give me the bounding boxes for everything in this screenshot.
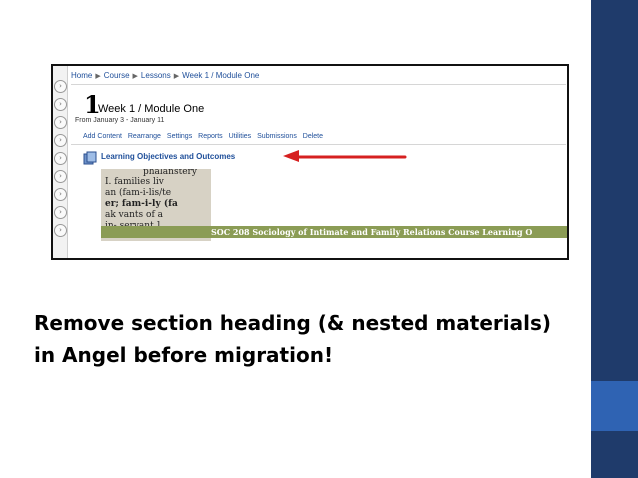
add-content-link[interactable]: Add Content (83, 133, 122, 140)
rail-button-icon[interactable]: › (54, 224, 67, 237)
settings-link[interactable]: Settings (167, 133, 192, 140)
rail-button-icon[interactable]: › (54, 98, 67, 111)
breadcrumb-lessons[interactable]: Lessons (141, 71, 171, 80)
image-text-line: an (fam-i-lis/te (105, 188, 172, 198)
caption-line-2: in Angel before migration! (34, 343, 334, 367)
section-heading-link[interactable]: Learning Objectives and Outcomes (101, 152, 235, 161)
breadcrumb: Home ▶ Course ▶ Lessons ▶ Week 1 / Module One (71, 71, 259, 80)
red-arrow-icon (283, 150, 407, 162)
breadcrumb-separator-icon: ▶ (132, 73, 138, 80)
rail-button-icon[interactable]: › (54, 152, 67, 165)
rail-button-icon[interactable]: › (54, 188, 67, 201)
image-text-line: phalanstery (143, 169, 197, 177)
rail-button-icon[interactable]: › (54, 206, 67, 219)
image-text-line: I. families liv (105, 177, 164, 187)
divider (71, 144, 566, 145)
rail-button-icon[interactable]: › (54, 116, 67, 129)
utilities-link[interactable]: Utilities (229, 133, 252, 140)
breadcrumb-separator-icon: ▶ (95, 73, 101, 80)
rail-button-icon[interactable]: › (54, 170, 67, 183)
submissions-link[interactable]: Submissions (257, 133, 297, 140)
rail-button-icon[interactable]: › (54, 80, 67, 93)
lms-screenshot: › › › › › › › › › Home ▶ Course ▶ Lessons ▶ We… (51, 64, 569, 260)
rearrange-link[interactable]: Rearrange (128, 133, 161, 140)
section-item-icon (83, 151, 97, 165)
caption-line-1: Remove section heading (& nested materia… (34, 311, 552, 335)
action-bar: Add Content Rearrange Settings Reports U… (83, 133, 327, 140)
delete-link[interactable]: Delete (303, 133, 323, 140)
right-accent-block (591, 381, 638, 431)
divider (71, 84, 566, 85)
rail-button-icon[interactable]: › (54, 134, 67, 147)
image-banner-text: SOC 208 Sociology of Intimate and Family… (211, 227, 533, 237)
slide-caption: Remove section heading (& nested materia… (34, 307, 584, 371)
image-text-line: ak vants of a (105, 210, 163, 220)
left-rail: › › › › › › › › › (53, 66, 68, 258)
breadcrumb-current[interactable]: Week 1 / Module One (182, 71, 259, 80)
page-title: Week 1 / Module One (98, 103, 205, 115)
breadcrumb-separator-icon: ▶ (173, 73, 180, 80)
image-text-line: er; fam-i-ly (fa (105, 199, 178, 209)
breadcrumb-course[interactable]: Course (104, 71, 130, 80)
reports-link[interactable]: Reports (198, 133, 223, 140)
date-range: From January 3 - January 11 (75, 117, 165, 124)
breadcrumb-home[interactable]: Home (71, 71, 92, 80)
